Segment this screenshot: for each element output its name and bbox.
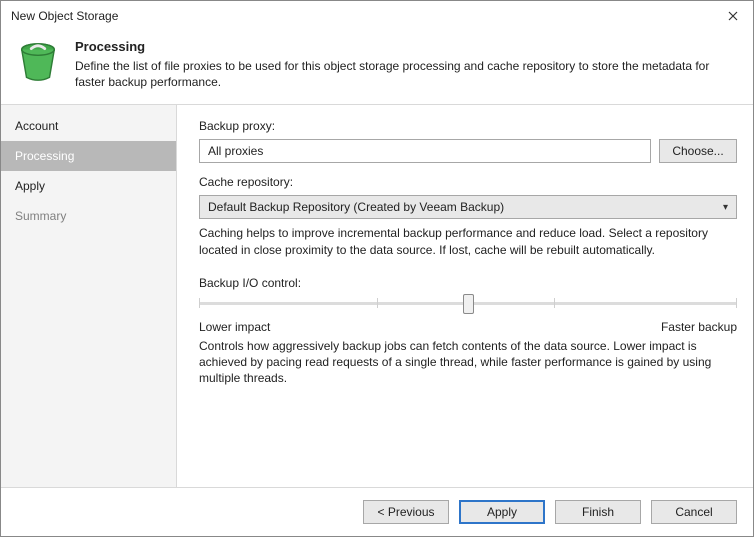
sidebar-item-summary[interactable]: Summary xyxy=(1,201,176,231)
io-control-label: Backup I/O control: xyxy=(199,276,737,290)
wizard-sidebar: Account Processing Apply Summary xyxy=(1,105,177,487)
io-high-label: Faster backup xyxy=(661,320,737,334)
sidebar-item-label: Summary xyxy=(15,209,66,223)
slider-tick xyxy=(199,298,200,308)
bucket-icon xyxy=(15,39,61,90)
cancel-button[interactable]: Cancel xyxy=(651,500,737,524)
window-title: New Object Storage xyxy=(11,9,713,23)
cache-repository-value: Default Backup Repository (Created by Ve… xyxy=(208,200,504,214)
io-help-text: Controls how aggressively backup jobs ca… xyxy=(199,338,737,387)
slider-thumb[interactable] xyxy=(463,294,474,314)
backup-proxy-input[interactable]: All proxies xyxy=(199,139,651,163)
chevron-down-icon: ▾ xyxy=(723,202,728,213)
backup-proxy-label: Backup proxy: xyxy=(199,119,737,133)
slider-tick xyxy=(554,298,555,308)
header: Processing Define the list of file proxi… xyxy=(1,31,753,105)
sidebar-item-apply[interactable]: Apply xyxy=(1,171,176,201)
page-description: Define the list of file proxies to be us… xyxy=(75,58,739,90)
close-icon[interactable] xyxy=(713,1,753,31)
choose-button[interactable]: Choose... xyxy=(659,139,737,163)
sidebar-item-account[interactable]: Account xyxy=(1,111,176,141)
sidebar-item-processing[interactable]: Processing xyxy=(1,141,176,171)
slider-tick xyxy=(736,298,737,308)
io-slider[interactable] xyxy=(199,292,737,316)
titlebar: New Object Storage xyxy=(1,1,753,31)
slider-tick xyxy=(377,298,378,308)
io-low-label: Lower impact xyxy=(199,320,270,334)
finish-button[interactable]: Finish xyxy=(555,500,641,524)
sidebar-item-label: Account xyxy=(15,119,58,133)
sidebar-item-label: Processing xyxy=(15,149,74,163)
cache-repository-label: Cache repository: xyxy=(199,175,737,189)
cache-help-text: Caching helps to improve incremental bac… xyxy=(199,225,737,257)
content-area: Backup proxy: All proxies Choose... Cach… xyxy=(177,105,753,487)
header-text: Processing Define the list of file proxi… xyxy=(75,39,739,90)
previous-button[interactable]: < Previous xyxy=(363,500,449,524)
footer: < Previous Apply Finish Cancel xyxy=(1,487,753,536)
page-title: Processing xyxy=(75,39,739,54)
sidebar-item-label: Apply xyxy=(15,179,45,193)
apply-button[interactable]: Apply xyxy=(459,500,545,524)
cache-repository-select[interactable]: Default Backup Repository (Created by Ve… xyxy=(199,195,737,219)
backup-proxy-value: All proxies xyxy=(208,144,263,158)
